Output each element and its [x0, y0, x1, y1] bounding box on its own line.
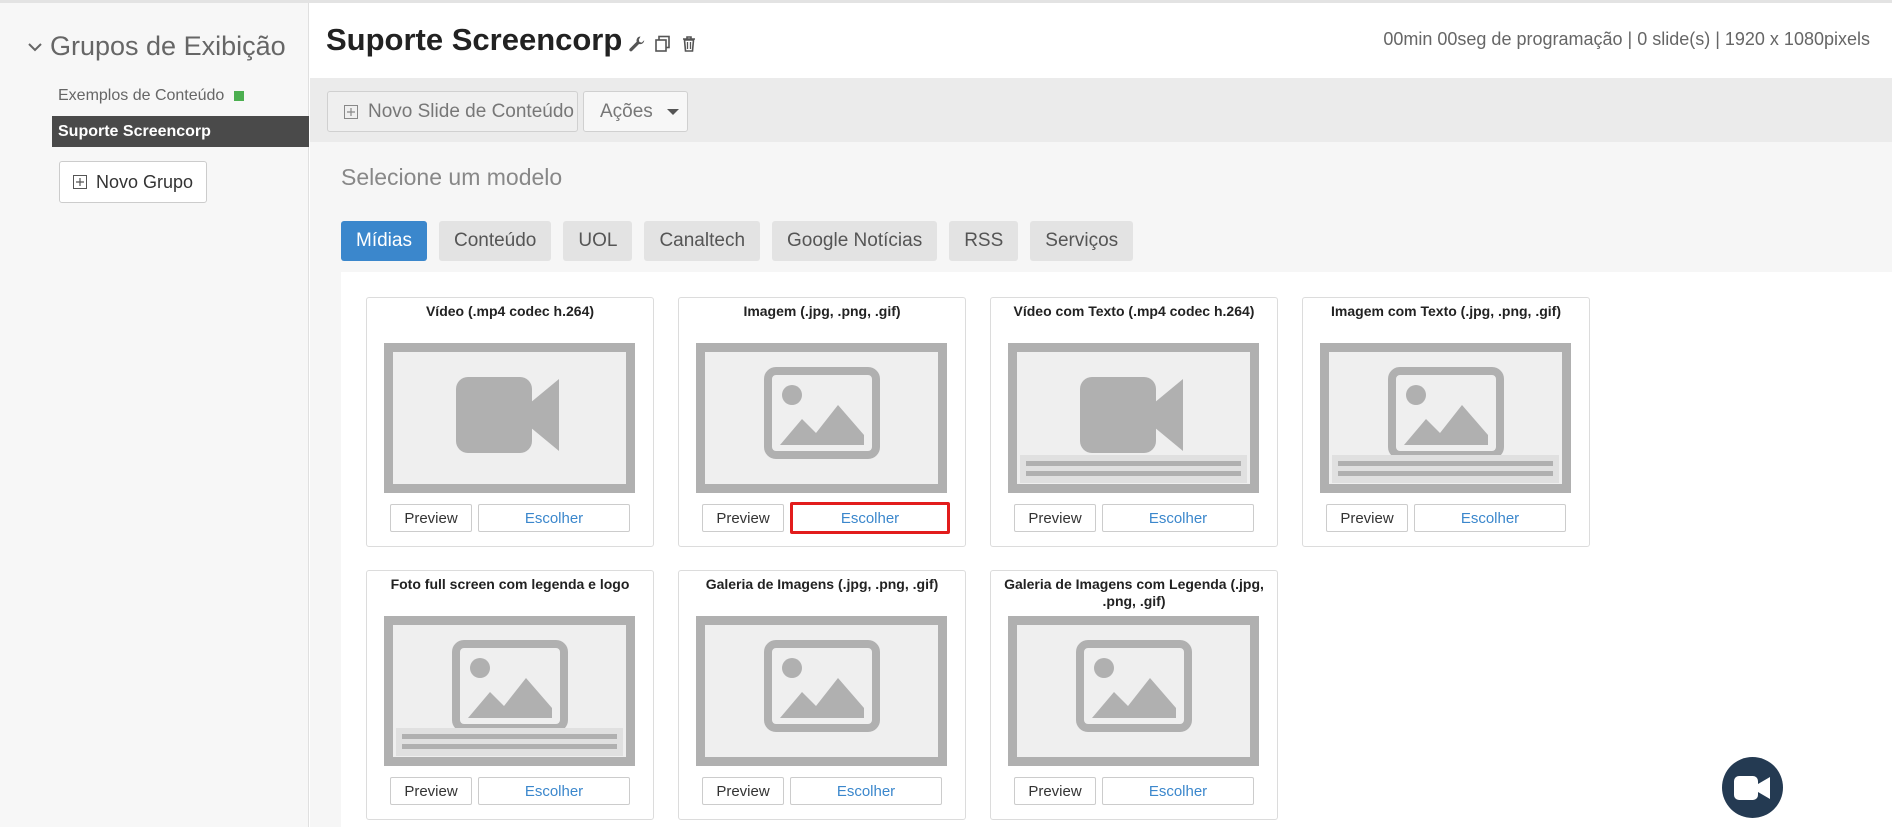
- preview-button[interactable]: Preview: [390, 777, 472, 805]
- video-camera-icon: [1733, 775, 1770, 800]
- plus-square-icon: [72, 175, 87, 189]
- preview-button[interactable]: Preview: [390, 504, 472, 532]
- trash-icon[interactable]: [679, 34, 699, 54]
- preview-button[interactable]: Preview: [1326, 504, 1408, 532]
- choose-button[interactable]: Escolher: [790, 502, 950, 534]
- copy-icon[interactable]: [653, 34, 673, 54]
- card-title: Imagem (.jpg, .png, .gif): [743, 303, 901, 319]
- wrench-icon[interactable]: [627, 34, 647, 54]
- actions-dropdown[interactable]: Ações: [583, 91, 688, 132]
- template-card: Vídeo (.mp4 codec h.264) Preview Escolhe…: [366, 297, 654, 547]
- main-panel: Selecione um modelo Mídias Conteúdo UOL …: [310, 142, 1892, 827]
- image-icon: [764, 367, 880, 459]
- video-camera-icon: [1020, 377, 1247, 483]
- sidebar-heading[interactable]: Grupos de Exibição: [26, 31, 286, 62]
- tab-rss[interactable]: RSS: [949, 221, 1019, 261]
- sidebar-item-label: Suporte Screencorp: [58, 122, 211, 140]
- page-title: Suporte Screencorp: [326, 22, 623, 57]
- card-title: Galeria de Imagens (.jpg, .png, .gif): [705, 576, 939, 592]
- card-title: Galeria de Imagens com Legenda (.jpg, .p…: [1004, 576, 1264, 609]
- template-card: Imagem (.jpg, .png, .gif) Preview Escolh…: [678, 297, 966, 547]
- template-tabs: Mídias Conteúdo UOL Canaltech Google Not…: [341, 221, 1134, 261]
- choose-button[interactable]: Escolher: [1102, 504, 1254, 532]
- choose-button[interactable]: Escolher: [790, 777, 942, 805]
- preview-button[interactable]: Preview: [1014, 504, 1096, 532]
- actions-label: Ações: [600, 100, 653, 122]
- sidebar-item-suporte[interactable]: Suporte Screencorp: [52, 116, 309, 147]
- toolbar: Novo Slide de Conteúdo Ações: [310, 78, 1892, 142]
- section-title: Selecione um modelo: [341, 164, 563, 190]
- sidebar-item-label: Exemplos de Conteúdo: [58, 86, 225, 104]
- template-card: Galeria de Imagens com Legenda (.jpg, .p…: [990, 570, 1278, 820]
- tab-midias[interactable]: Mídias: [341, 221, 427, 261]
- template-card: Foto full screen com legenda e logo Prev…: [366, 570, 654, 820]
- card-title: Vídeo com Texto (.mp4 codec h.264): [1013, 303, 1255, 319]
- template-thumbnail: [696, 343, 947, 493]
- template-card: Vídeo com Texto (.mp4 codec h.264) Previ…: [990, 297, 1278, 547]
- status-indicator: [234, 90, 245, 101]
- new-slide-button[interactable]: Novo Slide de Conteúdo: [327, 91, 578, 132]
- image-icon: [764, 640, 880, 732]
- template-card: Imagem com Texto (.jpg, .png, .gif) Prev…: [1302, 297, 1590, 547]
- schedule-info: 00min 00seg de programação | 0 slide(s) …: [1383, 29, 1870, 49]
- image-icon: [396, 640, 623, 756]
- chevron-down-icon: [28, 42, 42, 51]
- template-grid: Vídeo (.mp4 codec h.264) Preview Escolhe…: [341, 272, 1892, 827]
- video-chat-button[interactable]: [1722, 757, 1783, 818]
- template-thumbnail: [1320, 343, 1571, 493]
- choose-button[interactable]: Escolher: [1414, 504, 1566, 532]
- template-card: Galeria de Imagens (.jpg, .png, .gif) Pr…: [678, 570, 966, 820]
- template-thumbnail: [696, 616, 947, 766]
- tab-servicos[interactable]: Serviços: [1030, 221, 1134, 261]
- image-icon: [1332, 367, 1559, 483]
- title-tools: [627, 34, 699, 54]
- plus-square-icon: [344, 104, 358, 119]
- card-title: Vídeo (.mp4 codec h.264): [425, 303, 595, 319]
- choose-button[interactable]: Escolher: [478, 777, 630, 805]
- choose-button[interactable]: Escolher: [1102, 777, 1254, 805]
- preview-button[interactable]: Preview: [702, 777, 784, 805]
- tab-conteudo[interactable]: Conteúdo: [438, 221, 552, 261]
- card-title: Imagem com Texto (.jpg, .png, .gif): [1331, 303, 1561, 319]
- template-thumbnail: [384, 616, 635, 766]
- preview-button[interactable]: Preview: [702, 504, 784, 532]
- new-group-button[interactable]: Novo Grupo: [59, 161, 207, 203]
- template-thumbnail: [1008, 616, 1259, 766]
- caret-down-icon: [666, 108, 679, 115]
- sidebar-item-exemplos[interactable]: Exemplos de Conteúdo: [52, 80, 309, 111]
- sidebar-heading-label: Grupos de Exibição: [50, 31, 286, 61]
- sidebar: Grupos de Exibição Exemplos de Conteúdo …: [0, 3, 309, 827]
- template-thumbnail: [1008, 343, 1259, 493]
- tab-canaltech[interactable]: Canaltech: [644, 221, 761, 261]
- choose-button[interactable]: Escolher: [478, 504, 630, 532]
- card-title: Foto full screen com legenda e logo: [390, 576, 630, 592]
- new-group-label: Novo Grupo: [95, 171, 194, 192]
- preview-button[interactable]: Preview: [1014, 777, 1096, 805]
- template-thumbnail: [384, 343, 635, 493]
- new-slide-label: Novo Slide de Conteúdo: [368, 100, 574, 122]
- image-icon: [1076, 640, 1192, 732]
- video-camera-icon: [456, 377, 559, 453]
- tab-uol[interactable]: UOL: [563, 221, 633, 261]
- tab-google-noticias[interactable]: Google Notícias: [772, 221, 938, 261]
